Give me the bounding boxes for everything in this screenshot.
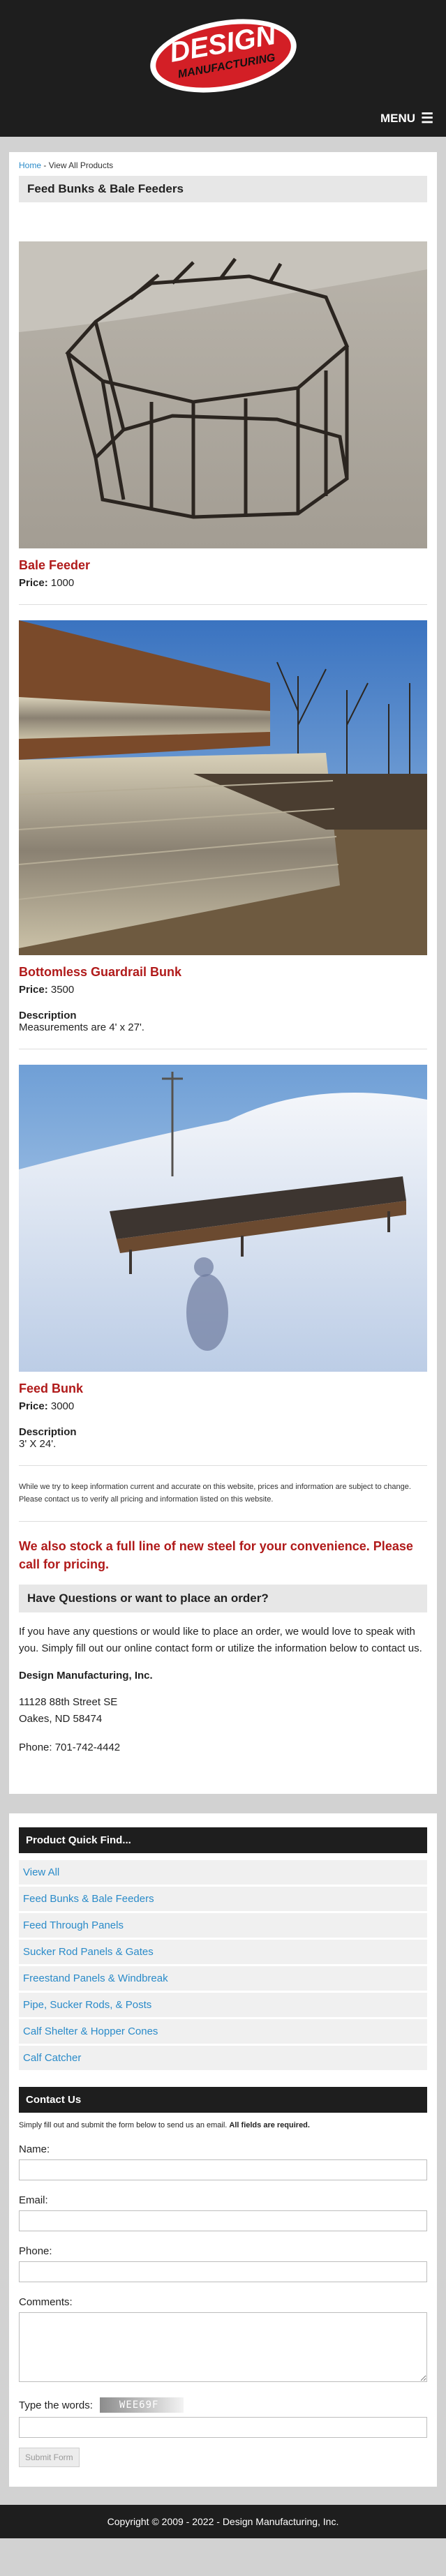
- quick-find-freestand-panels[interactable]: Freestand Panels & Windbreak: [19, 1966, 427, 1991]
- description-text: Measurements are 4' x 27'.: [19, 1021, 144, 1033]
- description-heading: Description: [19, 1426, 77, 1438]
- product-name[interactable]: Bottomless Guardrail Bunk: [19, 965, 427, 980]
- name-field[interactable]: [19, 2159, 427, 2181]
- product-item: Feed Bunk Price: 3000 Description 3' X 2…: [19, 1065, 427, 1450]
- quick-find-calf-catcher[interactable]: Calf Catcher: [19, 2046, 427, 2071]
- hamburger-icon: ☰: [421, 111, 433, 126]
- description-text: 3' X 24'.: [19, 1438, 57, 1450]
- captcha-row: Type the words: WEE69F: [19, 2397, 427, 2413]
- quick-find-view-all[interactable]: View All: [19, 1860, 427, 1885]
- menu-label: MENU: [380, 112, 416, 125]
- quick-find-feed-bunks[interactable]: Feed Bunks & Bale Feeders: [19, 1887, 427, 1912]
- price-value: 1000: [50, 577, 75, 589]
- address-street: 11128 88th Street SE: [19, 1696, 118, 1709]
- company-name: Design Manufacturing, Inc.: [19, 1670, 153, 1682]
- divider: [19, 604, 427, 605]
- quick-find-sucker-rod-panels[interactable]: Sucker Rod Panels & Gates: [19, 1940, 427, 1965]
- sidebar-panel: Product Quick Find... View All Feed Bunk…: [9, 1813, 437, 2487]
- contact-us-heading: Contact Us: [19, 2087, 427, 2113]
- menu-toggle[interactable]: MENU ☰: [380, 112, 433, 126]
- captcha-label: Type the words:: [19, 2399, 93, 2411]
- comments-field[interactable]: [19, 2312, 427, 2383]
- questions-text: If you have any questions or would like …: [19, 1626, 422, 1655]
- captcha-field[interactable]: [19, 2417, 427, 2439]
- form-note-text: Simply fill out and submit the form belo…: [19, 2121, 230, 2130]
- price-label: Price:: [19, 577, 48, 589]
- phone-label: Phone:: [19, 2245, 52, 2258]
- feed-bunk-photo[interactable]: [19, 1065, 427, 1372]
- price-label: Price:: [19, 1400, 48, 1412]
- page-title: Feed Bunks & Bale Feeders: [19, 176, 427, 202]
- stock-note: We also stock a full line of new steel f…: [19, 1539, 413, 1572]
- disclaimer-text: While we try to keep information current…: [19, 1483, 411, 1504]
- price-value: 3000: [50, 1400, 75, 1412]
- address-city: Oakes, ND 58474: [19, 1713, 103, 1725]
- product-name[interactable]: Feed Bunk: [19, 1381, 427, 1396]
- email-label: Email:: [19, 2194, 48, 2207]
- products-panel: Home - View All Products Feed Bunks & Ba…: [9, 152, 437, 1795]
- product-item: Bottomless Guardrail Bunk Price: 3500 De…: [19, 620, 427, 1033]
- quick-find-heading: Product Quick Find...: [19, 1827, 427, 1854]
- breadcrumb: Home - View All Products: [19, 160, 427, 170]
- form-instructions: Simply fill out and submit the form belo…: [19, 2121, 427, 2129]
- bale-feeder-photo[interactable]: [19, 241, 427, 548]
- site-footer: Copyright © 2009 - 2022 - Design Manufac…: [0, 2505, 446, 2539]
- submit-form-button[interactable]: Submit Form: [19, 2448, 80, 2468]
- design-manufacturing-logo[interactable]: DESIGN MANUFACTURING: [147, 13, 300, 95]
- breadcrumb-home-link[interactable]: Home: [19, 160, 41, 170]
- quick-find-list: View All Feed Bunks & Bale Feeders Feed …: [19, 1860, 427, 2071]
- form-note-required: All fields are required.: [229, 2121, 310, 2130]
- price-value: 3500: [50, 984, 75, 996]
- divider: [19, 1521, 427, 1522]
- phone-field[interactable]: [19, 2261, 427, 2283]
- product-item: Bale Feeder Price: 1000: [19, 241, 427, 589]
- divider: [19, 1465, 427, 1466]
- questions-heading: Have Questions or want to place an order…: [19, 1585, 427, 1613]
- quick-find-calf-shelter[interactable]: Calf Shelter & Hopper Cones: [19, 2019, 427, 2044]
- site-header: DESIGN MANUFACTURING MENU ☰: [0, 0, 446, 137]
- price-label: Price:: [19, 984, 48, 996]
- name-label: Name:: [19, 2143, 50, 2156]
- product-price: Price: 3500: [19, 984, 427, 996]
- breadcrumb-separator: -: [41, 160, 49, 170]
- product-price: Price: 1000: [19, 577, 427, 589]
- guardrail-bunk-photo[interactable]: [19, 620, 427, 955]
- product-name[interactable]: Bale Feeder: [19, 558, 427, 573]
- description-heading: Description: [19, 1010, 77, 1021]
- phone-number[interactable]: Phone: 701-742-4442: [19, 1742, 427, 1753]
- quick-find-pipe-sucker-rods[interactable]: Pipe, Sucker Rods, & Posts: [19, 1993, 427, 2018]
- captcha-image: WEE69F: [99, 2397, 184, 2413]
- breadcrumb-current: View All Products: [48, 160, 114, 170]
- comments-label: Comments:: [19, 2296, 73, 2309]
- address: 11128 88th Street SE Oakes, ND 58474: [19, 1694, 427, 1728]
- product-price: Price: 3000: [19, 1400, 427, 1412]
- quick-find-feed-through-panels[interactable]: Feed Through Panels: [19, 1913, 427, 1938]
- email-field[interactable]: [19, 2210, 427, 2232]
